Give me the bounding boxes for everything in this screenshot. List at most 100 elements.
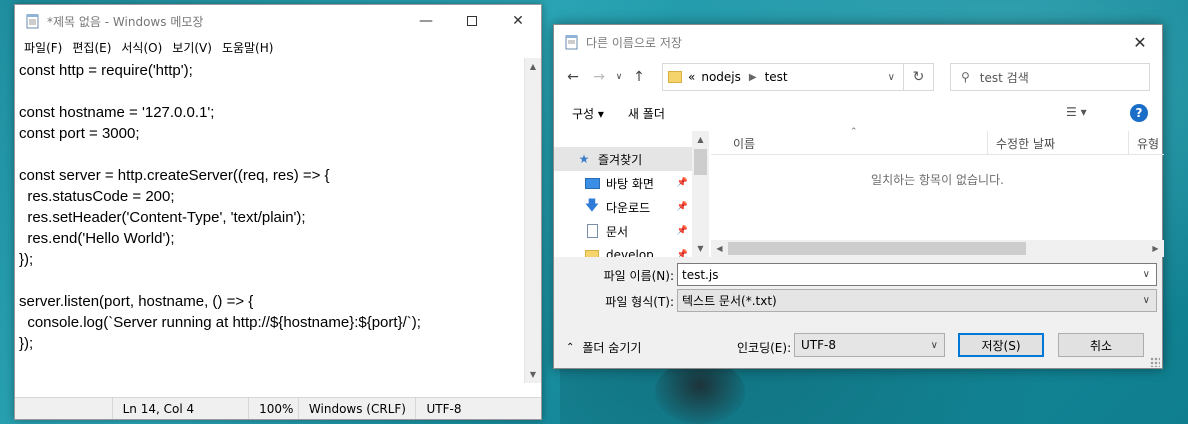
tree-item-develop[interactable]: develop 📌 <box>554 243 692 257</box>
menu-format[interactable]: 서식(O) <box>116 39 167 56</box>
tree-vertical-scrollbar[interactable]: ▲ ▼ <box>692 131 709 257</box>
menu-view[interactable]: 보기(V) <box>167 39 217 56</box>
dialog-toolbar: 구성 ▾ 새 폴더 ☰ ▾ ? <box>554 95 1162 131</box>
filetype-value: 텍스트 문서(*.txt) <box>682 294 777 308</box>
hide-folders-toggle[interactable]: ⌃ 폴더 숨기기 <box>566 339 641 356</box>
notepad-statusbar: Ln 14, Col 4 100% Windows (CRLF) UTF-8 <box>15 397 541 419</box>
scroll-thumb[interactable] <box>728 242 1026 255</box>
column-type[interactable]: 유형 <box>1129 131 1179 155</box>
dialog-close-icon[interactable]: ✕ <box>1118 33 1162 52</box>
encoding-label: 인코딩(E): <box>737 341 792 355</box>
background-diver-figure <box>655 360 745 424</box>
notepad-text-area[interactable]: const http = require('http'); const host… <box>15 58 525 383</box>
tree-item-label: 바탕 화면 <box>606 176 654 191</box>
dialog-browser-pane: ★ 즐겨찾기 바탕 화면 📌 🡇 다운로드 📌 문서 📌 develop 📌 ▲… <box>554 127 1164 257</box>
dialog-navigation-bar: ← → ∨ ↑ « nodejs ▶ test ∨ ↻ ⚲ test 검색 <box>554 59 1162 95</box>
tree-item-documents[interactable]: 문서 📌 <box>554 219 692 243</box>
search-placeholder: test 검색 <box>979 70 1029 85</box>
save-as-dialog: 다른 이름으로 저장 ✕ ← → ∨ ↑ « nodejs ▶ test ∨ ↻… <box>553 24 1164 369</box>
minimize-button[interactable]: — <box>403 5 449 37</box>
breadcrumb-separator-icon[interactable]: ▶ <box>749 72 757 83</box>
view-options-icon[interactable]: ☰ ▾ <box>1066 105 1087 119</box>
folder-icon <box>668 71 682 83</box>
tree-item-label: develop <box>606 248 654 257</box>
breadcrumb-overflow[interactable]: « <box>688 70 695 84</box>
tree-item-label: 다운로드 <box>606 200 651 215</box>
maximize-icon <box>467 16 477 26</box>
notepad-titlebar[interactable]: *제목 없음 - Windows 메모장 — ✕ <box>15 5 541 37</box>
notepad-menubar: 파일(F) 편집(E) 서식(O) 보기(V) 도움말(H) <box>15 37 541 57</box>
close-button[interactable]: ✕ <box>495 5 541 37</box>
filename-value: test.js <box>682 267 719 282</box>
forward-arrow-icon[interactable]: → <box>586 64 612 90</box>
star-icon: ★ <box>578 152 590 166</box>
search-icon: ⚲ <box>961 70 970 84</box>
cancel-button[interactable]: 취소 <box>1058 333 1144 357</box>
file-list-horizontal-scrollbar[interactable]: ◀ ▶ <box>711 240 1164 257</box>
status-line-ending: Windows (CRLF) <box>297 398 416 419</box>
document-icon <box>584 224 600 238</box>
scroll-down-icon[interactable]: ▼ <box>525 366 541 383</box>
notepad-title: *제목 없음 - Windows 메모장 <box>47 14 204 29</box>
download-icon: 🡇 <box>584 198 600 214</box>
notepad-icon <box>26 14 39 29</box>
chevron-down-icon[interactable]: ∨ <box>931 340 938 351</box>
tree-item-label: 문서 <box>606 224 629 239</box>
breadcrumb-nodejs[interactable]: nodejs <box>701 70 741 84</box>
menu-file[interactable]: 파일(F) <box>19 39 67 56</box>
new-folder-button[interactable]: 새 폴더 <box>616 105 677 122</box>
navigation-tree: ★ 즐겨찾기 바탕 화면 📌 🡇 다운로드 📌 문서 📌 develop 📌 ▲… <box>554 131 709 257</box>
scroll-right-icon[interactable]: ▶ <box>1147 240 1164 257</box>
organize-button[interactable]: 구성 ▾ <box>560 105 616 122</box>
up-arrow-icon[interactable]: ↑ <box>626 64 652 90</box>
scroll-left-icon[interactable]: ◀ <box>711 240 728 257</box>
column-name[interactable]: 이름 <box>725 131 988 155</box>
status-encoding: UTF-8 <box>415 398 524 419</box>
filetype-label: 파일 형식(T): <box>605 295 674 309</box>
resize-grip-icon[interactable] <box>1150 357 1160 367</box>
address-bar[interactable]: « nodejs ▶ test ∨ <box>662 63 904 91</box>
tree-item-downloads[interactable]: 🡇 다운로드 📌 <box>554 195 692 219</box>
file-list: ⌃ 이름 수정한 날짜 유형 일치하는 항목이 없습니다. ◀ ▶ <box>711 127 1164 257</box>
dialog-title: 다른 이름으로 저장 <box>586 35 682 50</box>
chevron-down-icon[interactable]: ∨ <box>1143 269 1150 280</box>
pin-icon: 📌 <box>676 250 688 257</box>
maximize-button[interactable] <box>449 5 495 37</box>
chevron-down-icon[interactable]: ∨ <box>1143 295 1150 306</box>
status-cursor-position: Ln 14, Col 4 <box>111 398 248 419</box>
encoding-select[interactable]: UTF-8 ∨ <box>794 333 945 357</box>
address-dropdown-icon[interactable]: ∨ <box>888 72 895 83</box>
minimize-icon: — <box>419 13 433 29</box>
filetype-select[interactable]: 텍스트 문서(*.txt) ∨ <box>677 289 1157 312</box>
scroll-up-icon[interactable]: ▲ <box>692 131 709 148</box>
menu-edit[interactable]: 편집(E) <box>67 39 116 56</box>
notepad-vertical-scrollbar[interactable]: ▲ ▼ <box>524 58 541 383</box>
menu-help[interactable]: 도움말(H) <box>217 39 279 56</box>
filename-label: 파일 이름(N): <box>603 269 674 283</box>
filename-row: 파일 이름(N): test.js ∨ <box>554 261 1162 287</box>
chevron-up-icon: ⌃ <box>566 342 575 353</box>
help-icon[interactable]: ? <box>1130 104 1148 122</box>
tree-item-desktop[interactable]: 바탕 화면 📌 <box>554 171 692 195</box>
column-date-modified[interactable]: 수정한 날짜 <box>988 131 1129 155</box>
dialog-titlebar[interactable]: 다른 이름으로 저장 ✕ <box>554 25 1162 59</box>
breadcrumb-test[interactable]: test <box>765 70 788 84</box>
dialog-footer: ⌃ 폴더 숨기기 인코딩(E): UTF-8 ∨ 저장(S) 취소 <box>554 323 1162 369</box>
scroll-down-icon[interactable]: ▼ <box>692 240 709 257</box>
tree-item-favorites[interactable]: ★ 즐겨찾기 <box>554 147 692 171</box>
save-button[interactable]: 저장(S) <box>958 333 1044 357</box>
pin-icon: 📌 <box>676 226 688 236</box>
tree-item-label: 즐겨찾기 <box>598 152 643 167</box>
scroll-up-icon[interactable]: ▲ <box>525 58 541 75</box>
status-spacer <box>15 398 112 419</box>
hide-folders-label: 폴더 숨기기 <box>582 341 642 355</box>
pin-icon: 📌 <box>676 202 688 212</box>
search-box[interactable]: ⚲ test 검색 <box>950 63 1150 91</box>
recent-locations-chevron-icon[interactable]: ∨ <box>612 64 626 90</box>
back-arrow-icon[interactable]: ← <box>560 64 586 90</box>
filename-input[interactable]: test.js ∨ <box>677 263 1157 286</box>
pin-icon: 📌 <box>676 178 688 188</box>
scroll-thumb[interactable] <box>694 149 707 175</box>
refresh-button[interactable]: ↻ <box>904 63 934 91</box>
resize-grip-icon[interactable] <box>524 398 541 419</box>
